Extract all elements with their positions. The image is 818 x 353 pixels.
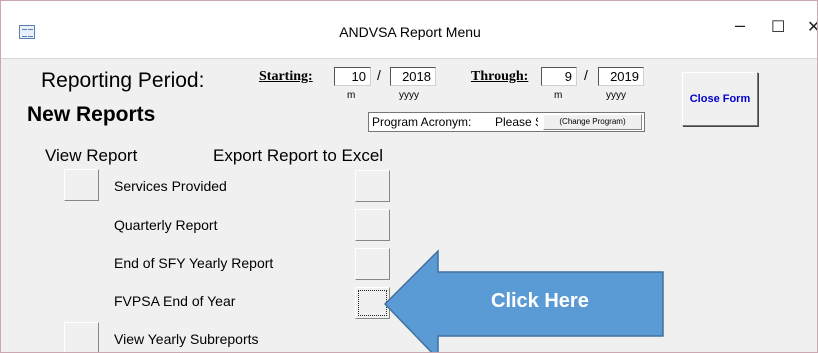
maximize-button[interactable]: ☐: [771, 17, 785, 37]
change-program-button[interactable]: (Change Program): [543, 114, 642, 130]
export-services-provided-button[interactable]: [355, 170, 390, 202]
report-label-services-provided: Services Provided: [114, 178, 227, 194]
report-label-end-of-sfy: End of SFY Yearly Report: [114, 255, 274, 271]
minimize-button[interactable]: –: [735, 15, 745, 36]
start-month-hint: m: [347, 90, 356, 101]
close-form-button[interactable]: Close Form: [682, 72, 758, 126]
section-title: New Reports: [27, 103, 156, 126]
end-year-field[interactable]: 2019: [598, 67, 644, 86]
date-separator: /: [377, 67, 381, 83]
start-year-hint: yyyy: [399, 90, 419, 101]
program-acronym-value: Please S: [495, 115, 538, 129]
end-month-field[interactable]: 9: [541, 67, 577, 86]
end-month-hint: m: [554, 90, 563, 101]
start-month-field[interactable]: 10: [334, 67, 371, 86]
export-report-heading: Export Report to Excel: [213, 146, 384, 165]
export-quarterly-report-button[interactable]: [355, 209, 390, 241]
view-yearly-subreports-button[interactable]: [64, 322, 99, 352]
starting-label: Starting:: [259, 69, 313, 84]
report-label-quarterly: Quarterly Report: [114, 217, 218, 233]
report-label-fvpsa-end-of-year: FVPSA End of Year: [114, 293, 236, 309]
window-title: ANDVSA Report Menu: [339, 24, 481, 40]
reporting-period-label: Reporting Period:: [41, 69, 205, 92]
close-window-button[interactable]: ✕: [807, 17, 817, 37]
view-services-provided-button[interactable]: [64, 169, 99, 201]
end-year-hint: yyyy: [606, 90, 626, 101]
title-bar: ANDVSA Report Menu – ☐ ✕: [1, 1, 817, 59]
form-body: Reporting Period: New Reports Starting: …: [1, 59, 817, 352]
callout-text: Click Here: [491, 290, 589, 312]
report-label-yearly-subreports: View Yearly Subreports: [114, 331, 259, 347]
program-acronym-label: Program Acronym:: [372, 115, 472, 129]
through-label: Through:: [471, 69, 529, 84]
start-year-field[interactable]: 2018: [390, 67, 436, 86]
view-report-heading: View Report: [45, 146, 138, 165]
date-separator: /: [584, 67, 588, 83]
report-menu-window: ANDVSA Report Menu – ☐ ✕ Reporting Perio…: [0, 0, 818, 353]
